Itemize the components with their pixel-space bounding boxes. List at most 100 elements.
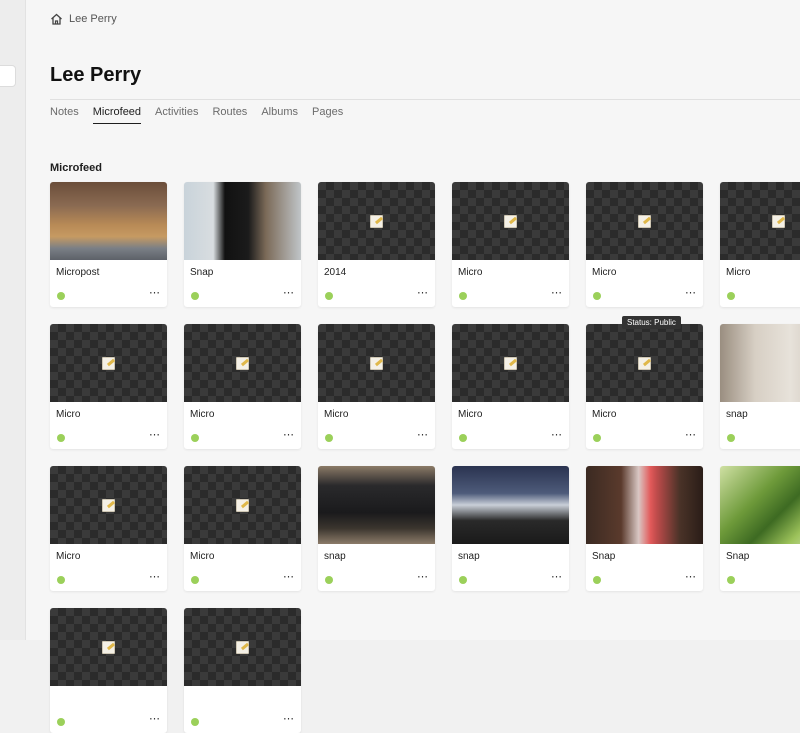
tab-notes[interactable]: Notes — [50, 106, 79, 124]
more-options-icon[interactable]: ⋯ — [685, 428, 697, 441]
home-icon[interactable] — [50, 13, 63, 25]
microfeed-card[interactable]: Micropost ⋯ — [50, 182, 167, 307]
more-options-icon[interactable]: ⋯ — [551, 570, 563, 583]
card-title[interactable]: Micro — [190, 409, 214, 420]
microfeed-card[interactable]: Micro⋯ — [318, 324, 435, 449]
status-dot[interactable] — [191, 718, 199, 726]
status-dot[interactable] — [727, 292, 735, 300]
card-title[interactable]: Micro — [56, 551, 80, 562]
tab-microfeed[interactable]: Microfeed — [92, 106, 142, 124]
card-title[interactable]: Micro — [592, 409, 616, 420]
card-thumbnail-placeholder[interactable] — [452, 182, 569, 260]
card-thumbnail-placeholder[interactable] — [50, 466, 167, 544]
microfeed-card[interactable]: Micro ⋯ — [452, 182, 569, 307]
card-thumbnail-placeholder[interactable] — [452, 324, 569, 402]
card-thumbnail-photo[interactable] — [318, 466, 435, 544]
card-thumbnail-photo[interactable] — [720, 324, 800, 402]
card-title[interactable]: Micro — [190, 551, 214, 562]
card-thumbnail-placeholder[interactable] — [50, 324, 167, 402]
more-options-icon[interactable]: ⋯ — [149, 286, 161, 299]
microfeed-card[interactable]: Micro ⋯ — [586, 182, 703, 307]
status-dot[interactable] — [593, 576, 601, 584]
card-title[interactable]: Micropost — [56, 267, 99, 278]
more-options-icon[interactable]: ⋯ — [685, 286, 697, 299]
card-title[interactable]: snap — [458, 551, 480, 562]
status-dot[interactable] — [57, 292, 65, 300]
card-thumbnail-placeholder[interactable] — [184, 324, 301, 402]
microfeed-card[interactable]: Micro⋯ — [720, 182, 800, 307]
card-title[interactable]: Micro — [592, 267, 616, 278]
card-title[interactable]: Snap — [190, 267, 213, 278]
more-options-icon[interactable]: ⋯ — [283, 570, 295, 583]
microfeed-card[interactable]: snap ⋯ — [452, 466, 569, 591]
card-thumbnail-placeholder[interactable] — [184, 608, 301, 686]
status-dot[interactable] — [727, 576, 735, 584]
card-title[interactable]: 2014 — [324, 267, 346, 278]
status-dot[interactable] — [459, 576, 467, 584]
card-thumbnail-placeholder[interactable] — [318, 324, 435, 402]
status-dot[interactable] — [325, 434, 333, 442]
status-dot[interactable] — [593, 292, 601, 300]
microfeed-card[interactable]: Micro ⋯ — [452, 324, 569, 449]
status-dot[interactable] — [459, 434, 467, 442]
card-thumbnail-placeholder[interactable] — [586, 182, 703, 260]
more-options-icon[interactable]: ⋯ — [417, 286, 429, 299]
card-thumbnail-placeholder[interactable] — [50, 608, 167, 686]
status-dot[interactable] — [593, 434, 601, 442]
microfeed-card[interactable]: Snap⋯ — [720, 466, 800, 591]
microfeed-card[interactable]: Snap ⋯ — [184, 182, 301, 307]
microfeed-card[interactable]: ⋯ — [184, 608, 301, 733]
breadcrumb-user[interactable]: Lee Perry — [69, 13, 117, 25]
status-dot[interactable] — [325, 576, 333, 584]
more-options-icon[interactable]: ⋯ — [551, 286, 563, 299]
status-dot[interactable] — [325, 292, 333, 300]
more-options-icon[interactable]: ⋯ — [149, 712, 161, 725]
tab-routes[interactable]: Routes — [212, 106, 247, 124]
microfeed-card[interactable]: Micro ⋯ — [184, 324, 301, 449]
card-thumbnail-photo[interactable] — [184, 182, 301, 260]
microfeed-card[interactable]: Micro ⋯ — [184, 466, 301, 591]
microfeed-card[interactable]: ⋯ — [50, 608, 167, 733]
microfeed-card[interactable]: Snap ⋯ — [586, 466, 703, 591]
more-options-icon[interactable]: ⋯ — [149, 570, 161, 583]
card-thumbnail-photo[interactable] — [50, 182, 167, 260]
status-dot[interactable] — [191, 434, 199, 442]
microfeed-card[interactable]: Micro ⋯ — [50, 466, 167, 591]
sidebar-toggle[interactable] — [0, 66, 15, 86]
tab-pages[interactable]: Pages — [312, 106, 343, 124]
more-options-icon[interactable]: ⋯ — [149, 428, 161, 441]
microfeed-card[interactable]: 2014 ⋯ — [318, 182, 435, 307]
status-dot[interactable] — [57, 718, 65, 726]
status-dot[interactable] — [459, 292, 467, 300]
card-thumbnail-photo[interactable] — [586, 466, 703, 544]
more-options-icon[interactable]: ⋯ — [685, 570, 697, 583]
microfeed-card[interactable]: Micro ⋯ — [50, 324, 167, 449]
status-dot[interactable] — [191, 292, 199, 300]
more-options-icon[interactable]: ⋯ — [283, 286, 295, 299]
microfeed-card[interactable]: snap ⋯ — [318, 466, 435, 591]
more-options-icon[interactable]: ⋯ — [283, 428, 295, 441]
card-title[interactable]: Micro — [726, 267, 750, 278]
card-thumbnail-placeholder[interactable] — [586, 324, 703, 402]
card-title[interactable]: Snap — [726, 551, 749, 562]
more-options-icon[interactable]: ⋯ — [417, 570, 429, 583]
card-title[interactable]: Snap — [592, 551, 615, 562]
card-title[interactable]: snap — [324, 551, 346, 562]
card-thumbnail-photo[interactable] — [720, 466, 800, 544]
tab-activities[interactable]: Activities — [155, 106, 198, 124]
card-thumbnail-placeholder[interactable] — [318, 182, 435, 260]
status-dot[interactable] — [727, 434, 735, 442]
more-options-icon[interactable]: ⋯ — [417, 428, 429, 441]
microfeed-card[interactable]: snap⋯ — [720, 324, 800, 449]
card-title[interactable]: Micro — [56, 409, 80, 420]
card-thumbnail-placeholder[interactable] — [184, 466, 301, 544]
card-title[interactable]: Micro — [458, 267, 482, 278]
more-options-icon[interactable]: ⋯ — [551, 428, 563, 441]
card-thumbnail-placeholder[interactable] — [720, 182, 800, 260]
card-title[interactable]: Micro — [458, 409, 482, 420]
more-options-icon[interactable]: ⋯ — [283, 712, 295, 725]
status-dot[interactable] — [57, 576, 65, 584]
card-thumbnail-photo[interactable] — [452, 466, 569, 544]
microfeed-card[interactable]: Micro ⋯ — [586, 324, 703, 449]
status-dot[interactable] — [191, 576, 199, 584]
